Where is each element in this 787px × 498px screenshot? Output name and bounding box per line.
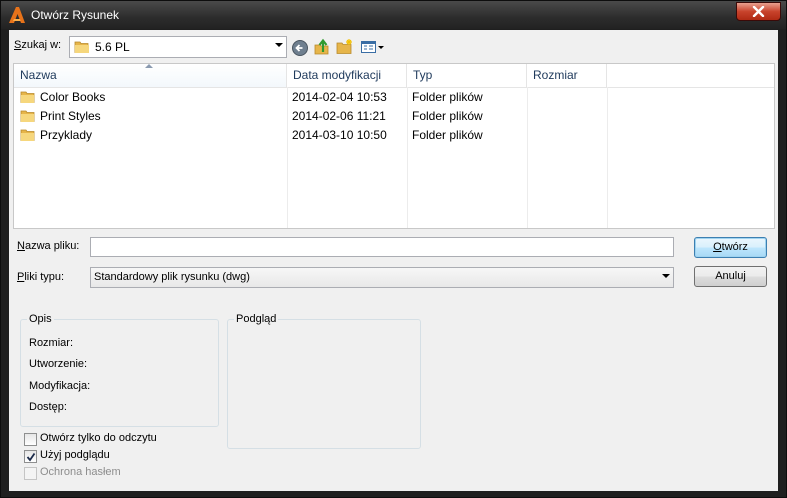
- open-drawing-dialog: Otwórz Rysunek Szukaj w: 5.6 PL Nazwa Da…: [0, 0, 787, 498]
- preview-group: [227, 319, 421, 449]
- use-preview-checkbox[interactable]: [24, 450, 37, 463]
- size-label: Rozmiar:: [29, 337, 74, 349]
- dialog-body: Szukaj w: 5.6 PL Nazwa Data modyfikacji …: [9, 30, 778, 491]
- file-list[interactable]: Nazwa Data modyfikacji Typ Rozmiar Color…: [13, 63, 775, 229]
- column-header-type[interactable]: Typ: [407, 64, 527, 87]
- autocad-a-icon: [9, 7, 25, 23]
- up-folder-icon[interactable]: [313, 38, 331, 56]
- file-date: 2014-03-10 10:50: [292, 128, 387, 142]
- use-preview-label[interactable]: Użyj podglądu: [40, 449, 110, 461]
- file-type: Folder plików: [412, 128, 483, 142]
- file-type: Folder plików: [412, 109, 483, 123]
- back-icon[interactable]: [291, 39, 309, 57]
- new-folder-icon[interactable]: [336, 38, 354, 56]
- cancel-button[interactable]: Anuluj: [694, 266, 767, 287]
- file-name: Color Books: [40, 90, 106, 104]
- filetype-label: Pliki typu:: [17, 271, 65, 283]
- chevron-down-icon[interactable]: [275, 43, 283, 47]
- readonly-label[interactable]: Otwórz tylko do odczytu: [40, 432, 157, 444]
- file-name: Przyklady: [40, 128, 93, 142]
- view-menu-icon: [361, 41, 384, 53]
- file-name: Print Styles: [40, 109, 101, 123]
- password-checkbox: [24, 467, 37, 480]
- password-label: Ochrona hasłem: [40, 466, 121, 478]
- file-row-color-books[interactable]: Color Books 2014-02-04 10:53 Folder plik…: [14, 88, 774, 107]
- file-row-przyklady[interactable]: Przyklady 2014-03-10 10:50 Folder plików: [14, 126, 774, 145]
- checkmark-icon: [26, 452, 36, 462]
- preview-title: Podgląd: [234, 313, 279, 325]
- view-menu-button[interactable]: [360, 38, 386, 56]
- sort-ascending-icon: [145, 64, 153, 68]
- file-date: 2014-02-06 11:21: [292, 109, 386, 123]
- file-type: Folder plików: [412, 90, 483, 104]
- folder-icon: [20, 91, 35, 103]
- folder-icon: [20, 110, 35, 122]
- window-title: Otwórz Rysunek: [31, 8, 120, 22]
- modified-label: Modyfikacja:: [29, 380, 91, 392]
- close-icon: [752, 6, 765, 17]
- file-date: 2014-02-04 10:53: [292, 90, 387, 104]
- title-bar[interactable]: Otwórz Rysunek: [1, 1, 786, 29]
- file-row-print-styles[interactable]: Print Styles 2014-02-06 11:21 Folder pli…: [14, 107, 774, 126]
- lookin-label: Szukaj w:: [14, 39, 62, 51]
- close-button[interactable]: [736, 2, 781, 21]
- filetype-value: Standardowy plik rysunku (dwg): [94, 271, 250, 283]
- lookin-value: 5.6 PL: [95, 40, 130, 54]
- filetype-select[interactable]: Standardowy plik rysunku (dwg): [90, 267, 674, 288]
- column-header-name[interactable]: Nazwa: [14, 64, 287, 87]
- column-header-size[interactable]: Rozmiar: [527, 64, 607, 87]
- folder-icon: [20, 129, 35, 141]
- filename-label: Nazwa pliku:: [17, 240, 80, 252]
- created-label: Utworzenie:: [29, 358, 88, 370]
- readonly-checkbox[interactable]: [24, 433, 37, 446]
- file-list-header: Nazwa Data modyfikacji Typ Rozmiar: [14, 64, 774, 88]
- description-title: Opis: [27, 313, 54, 325]
- chevron-down-icon[interactable]: [662, 274, 670, 278]
- column-header-date[interactable]: Data modyfikacji: [287, 64, 407, 87]
- folder-icon: [74, 41, 89, 53]
- access-label: Dostęp:: [29, 401, 67, 413]
- filename-input[interactable]: [90, 237, 674, 257]
- lookin-combo[interactable]: 5.6 PL: [69, 36, 287, 58]
- open-button[interactable]: Otwórz: [694, 237, 767, 258]
